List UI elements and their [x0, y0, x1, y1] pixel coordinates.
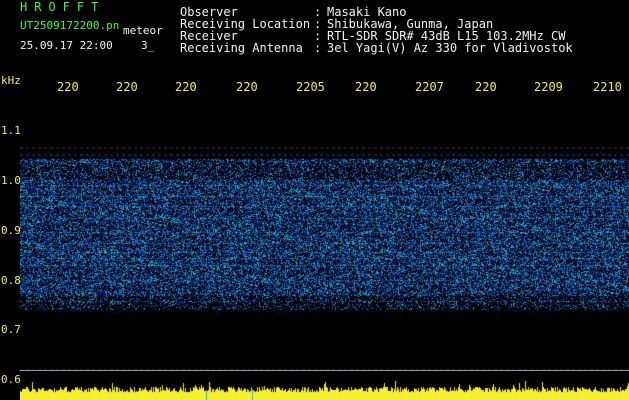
y-tick-label: 1.1	[1, 124, 21, 137]
meteor-count: 3_	[141, 39, 155, 52]
x-tick-label: 220	[236, 80, 258, 94]
x-tick-label: 220	[116, 80, 138, 94]
file-name: UT2509172200.pn	[20, 19, 120, 32]
file-suffix: meteor	[123, 24, 163, 37]
x-tick-label: 220	[57, 80, 79, 94]
x-tick-label: 220	[175, 80, 197, 94]
baseline-divider	[20, 370, 629, 371]
y-tick-label: 0.6	[1, 373, 21, 386]
x-tick-label: 220	[475, 80, 497, 94]
observation-datetime: 25.09.17 22:00	[20, 39, 113, 52]
y-tick-label: 0.7	[1, 323, 21, 336]
y-tick-label: 0.9	[1, 224, 21, 237]
y-tick-label: 0.8	[1, 274, 21, 287]
x-tick-label: 220	[355, 80, 377, 94]
x-tick-label: 2207	[415, 80, 444, 94]
y-axis-unit: kHz	[1, 74, 21, 87]
spectrogram-canvas	[20, 100, 629, 375]
x-tick-label: 2210	[593, 80, 622, 94]
hrofft-logo: HROFFT	[20, 0, 106, 14]
info-label-antenna: Receiving Antenna	[180, 41, 303, 55]
signal-level-bar	[20, 379, 629, 400]
x-tick-label: 2209	[534, 80, 563, 94]
x-tick-label: 2205	[296, 80, 325, 94]
info-value-antenna: 3el Yagi(V) Az 330 for Vladivostok	[327, 41, 573, 55]
info-colon: :	[314, 41, 322, 55]
y-tick-label: 1.0	[1, 174, 21, 187]
meteor-spectrogram-window: { "header": { "logo_text": "HROFFT", "fi…	[0, 0, 629, 400]
